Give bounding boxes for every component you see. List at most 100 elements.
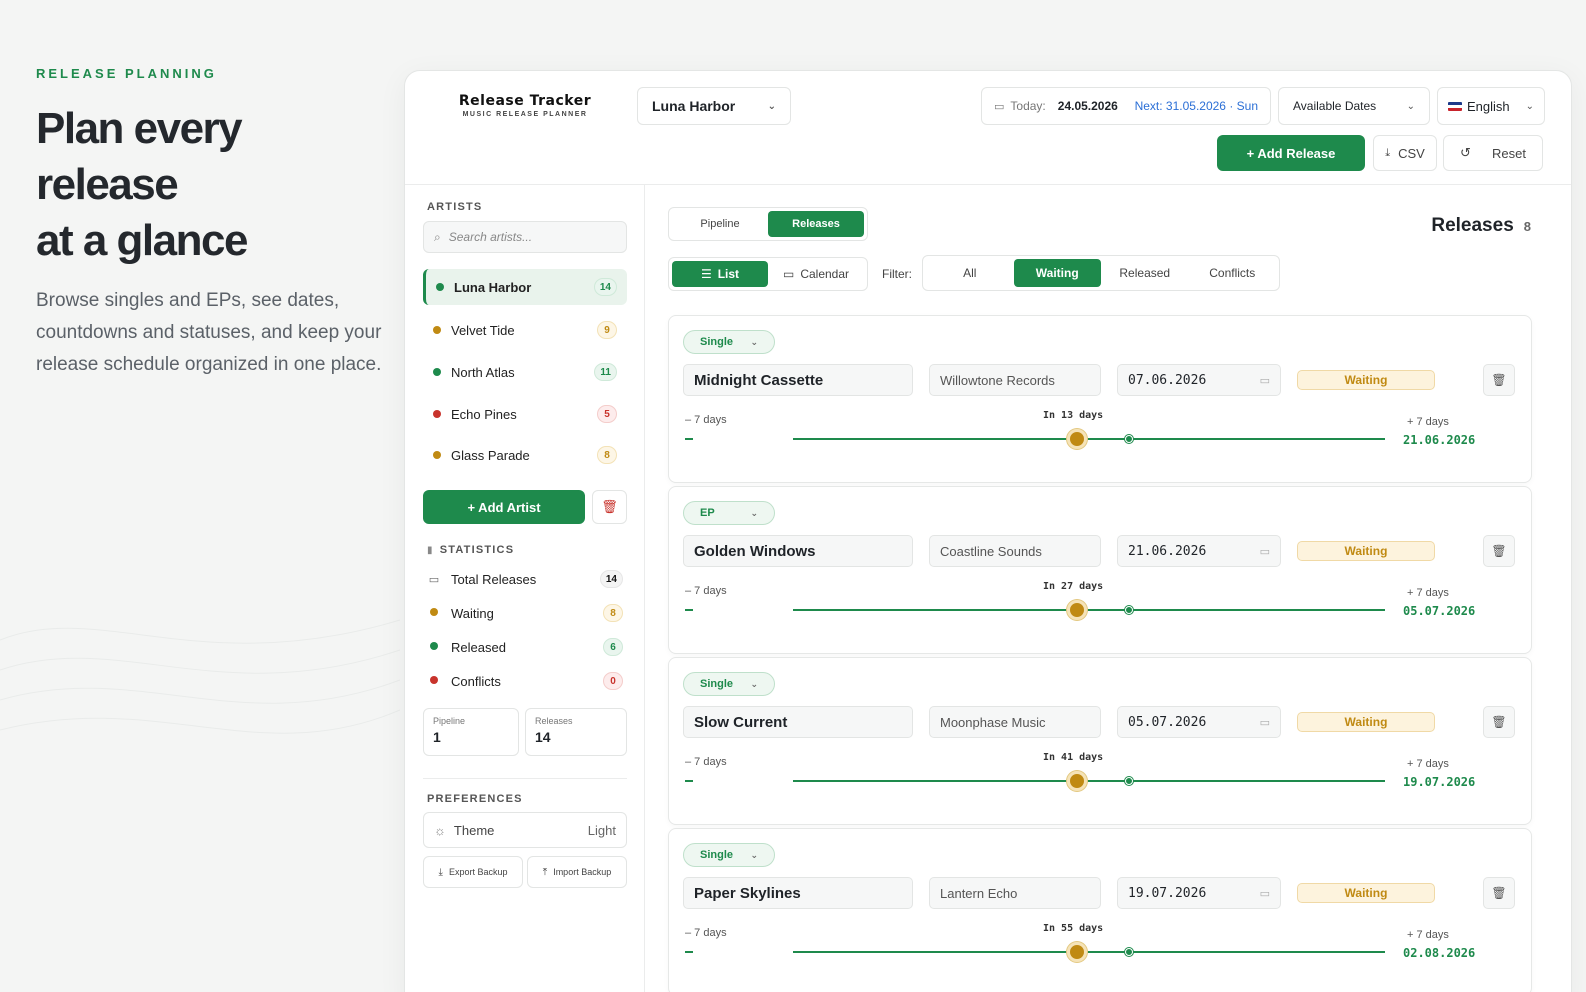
stat-total-releases: ▭ Total Releases 14 (427, 567, 623, 591)
artist-item-north-atlas[interactable]: North Atlas 11 (423, 354, 627, 390)
filter-all[interactable]: All (926, 259, 1014, 287)
countdown-text: In 55 days (1043, 923, 1104, 934)
delete-release-button[interactable]: 🗑 (1483, 364, 1515, 396)
filter-waiting[interactable]: Waiting (1013, 259, 1101, 287)
tab-pipeline[interactable]: Pipeline (672, 211, 768, 237)
timeline-handle[interactable] (1067, 942, 1087, 962)
artist-item-glass-parade[interactable]: Glass Parade 8 (423, 437, 627, 473)
chevron-down-icon: ⌄ (1406, 100, 1415, 112)
timeline-handle[interactable] (1067, 600, 1087, 620)
artist-count: 9 (597, 321, 617, 339)
language-select[interactable]: English ⌄ (1437, 87, 1545, 125)
release-type-select[interactable]: EP ⌄ (683, 501, 775, 525)
artist-name: Velvet Tide (451, 322, 515, 338)
view-tabs: Pipeline Releases (668, 207, 868, 241)
logo-subtitle: MUSIC RELEASE PLANNER (462, 111, 588, 118)
stat-label: Total Releases (451, 571, 537, 587)
calendar-mode-button[interactable]: ▭ Calendar (768, 261, 864, 287)
countdown-text: In 13 days (1043, 410, 1104, 421)
app-window: Release Tracker MUSIC RELEASE PLANNER Lu… (404, 70, 1572, 992)
add-release-button[interactable]: + Add Release (1217, 135, 1365, 171)
add-artist-button[interactable]: + Add Artist (423, 490, 585, 524)
plus-window-label: + 7 days (1407, 758, 1449, 770)
import-backup-button[interactable]: ⤒ Import Backup (527, 856, 627, 888)
tab-releases[interactable]: Releases (768, 211, 864, 237)
release-date-input[interactable]: 07.06.2026 ▭ (1117, 364, 1281, 396)
release-date-input[interactable]: 19.07.2026 ▭ (1117, 877, 1281, 909)
uk-flag-icon (1448, 101, 1462, 111)
display-mode-tabs: ☰ List ▭ Calendar (668, 257, 868, 291)
release-type-value: Single (700, 336, 734, 348)
timeline-handle[interactable] (1067, 429, 1087, 449)
release-date-input[interactable]: 21.06.2026 ▭ (1117, 535, 1281, 567)
status-dot (436, 283, 444, 291)
download-icon: ⤓ (1385, 146, 1391, 159)
filter-released[interactable]: Released (1101, 259, 1189, 287)
release-card: Single ⌄ Slow Current Moonphase Music 05… (668, 657, 1532, 825)
top-bar: Release Tracker MUSIC RELEASE PLANNER Lu… (405, 71, 1571, 185)
timeline-handle[interactable] (1067, 771, 1087, 791)
chevron-down-icon: ⌄ (750, 678, 758, 689)
preferences-section-label: PREFERENCES (427, 793, 523, 805)
calendar-icon: ▭ (1259, 715, 1270, 729)
countdown-text: In 27 days (1043, 581, 1104, 592)
artist-count: 8 (597, 446, 617, 464)
filter-label: Filter: (882, 267, 912, 281)
list-mode-button[interactable]: ☰ List (672, 261, 768, 287)
release-title-input[interactable]: Golden Windows (683, 535, 913, 567)
delete-release-button[interactable]: 🗑 (1483, 535, 1515, 567)
release-title-input[interactable]: Paper Skylines (683, 877, 913, 909)
artists-section-label: ARTISTS (427, 201, 483, 213)
calendar-icon: ▭ (994, 100, 1005, 113)
hero-title-line-1: Plan every release (36, 104, 243, 209)
release-label-input[interactable]: Moonphase Music (929, 706, 1101, 738)
status-dot (427, 641, 441, 653)
artist-select[interactable]: Luna Harbor ⌄ (637, 87, 791, 125)
release-label-input[interactable]: Willowtone Records (929, 364, 1101, 396)
release-type-select[interactable]: Single ⌄ (683, 672, 775, 696)
theme-toggle[interactable]: ☼ Theme Light (423, 812, 627, 848)
stat-label: Released (451, 639, 506, 655)
artist-search-input[interactable]: ⌕ Search artists... (423, 221, 627, 253)
calendar-icon: ▭ (428, 573, 440, 586)
reset-button[interactable]: ↺ Reset (1443, 135, 1543, 171)
statistics-section-label: ▮ STATISTICS (427, 544, 514, 556)
delete-release-button[interactable]: 🗑 (1483, 877, 1515, 909)
release-title-input[interactable]: Midnight Cassette (683, 364, 913, 396)
plus-window-label: + 7 days (1407, 929, 1449, 941)
language-value: English (1467, 98, 1510, 114)
filter-conflicts[interactable]: Conflicts (1189, 259, 1277, 287)
minus-window-label: – 7 days (685, 414, 727, 426)
release-type-select[interactable]: Single ⌄ (683, 843, 775, 867)
status-badge: Waiting (1297, 370, 1435, 390)
artist-item-echo-pines[interactable]: Echo Pines 5 (423, 396, 627, 432)
status-badge: Waiting (1297, 712, 1435, 732)
timeline-marker (1125, 948, 1133, 956)
minus-window-label: – 7 days (685, 585, 727, 597)
release-label-input[interactable]: Lantern Echo (929, 877, 1101, 909)
plus-window-label: + 7 days (1407, 416, 1449, 428)
artist-item-luna-harbor[interactable]: Luna Harbor 14 (423, 269, 627, 305)
chevron-down-icon: ⌄ (750, 849, 758, 860)
release-type-select[interactable]: Single ⌄ (683, 330, 775, 354)
sidebar: ARTISTS ⌕ Search artists... Luna Harbor … (405, 185, 645, 992)
calendar-icon: ▭ (1259, 544, 1270, 558)
delete-artist-button[interactable]: 🗑 (592, 490, 627, 524)
minus-window-marker (685, 438, 693, 440)
csv-button[interactable]: ⤓ CSV (1373, 135, 1437, 171)
releases-count-card: Releases 14 (525, 708, 627, 756)
artist-item-velvet-tide[interactable]: Velvet Tide 9 (423, 312, 627, 348)
export-backup-button[interactable]: ⤓ Export Backup (423, 856, 523, 888)
status-dot (427, 675, 441, 687)
release-title-input[interactable]: Slow Current (683, 706, 913, 738)
calendar-icon: ▭ (1259, 886, 1270, 900)
search-icon: ⌕ (434, 229, 441, 244)
release-label-input[interactable]: Coastline Sounds (929, 535, 1101, 567)
reset-icon: ↺ (1460, 145, 1471, 160)
release-date-input[interactable]: 05.07.2026 ▭ (1117, 706, 1281, 738)
available-dates-value: Available Dates (1293, 99, 1377, 113)
list-icon: ☰ (700, 267, 712, 281)
available-dates-select[interactable]: Available Dates ⌄ (1278, 87, 1430, 125)
chevron-down-icon: ⌄ (750, 336, 758, 347)
delete-release-button[interactable]: 🗑 (1483, 706, 1515, 738)
